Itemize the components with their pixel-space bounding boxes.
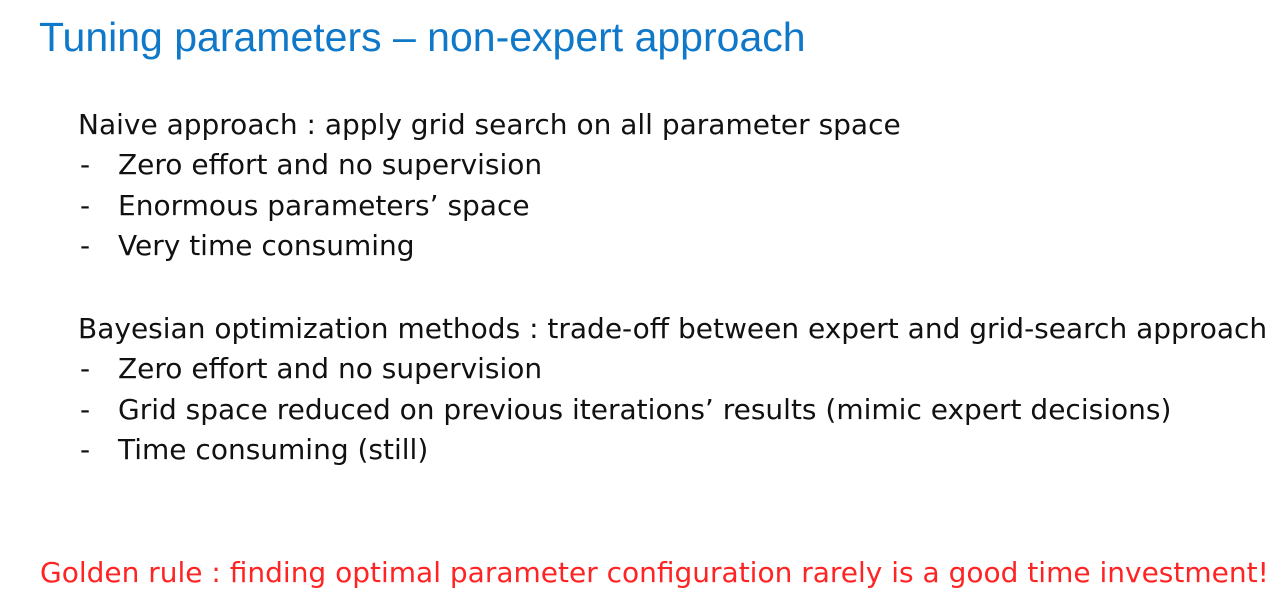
list-item: - Zero effort and no supervision [78,349,1171,390]
bullet-text: Zero effort and no supervision [118,352,543,385]
bullet-text: Zero effort and no supervision [118,148,543,181]
section-heading-naive: Naive approach : apply grid search on al… [78,108,901,141]
bullet-marker: - [80,148,91,181]
bullet-list-naive: - Zero effort and no supervision - Enorm… [78,145,542,267]
bullet-text: Time consuming (still) [118,433,429,466]
bullet-text: Grid space reduced on previous iteration… [118,392,1172,426]
bullet-marker: - [80,229,91,262]
slide: Tuning parameters – non-expert approach … [0,0,1271,614]
bullet-text: Very time consuming [118,229,415,262]
list-item: - Zero effort and no supervision [78,145,542,186]
bullet-text: Enormous parameters’ space [118,188,530,222]
list-item: - Enormous parameters’ space [78,186,542,227]
list-item: - Time consuming (still) [78,430,1171,471]
bullet-marker: - [80,352,91,385]
bullet-list-bayesian: - Zero effort and no supervision - Grid … [78,349,1171,471]
section-heading-bayesian: Bayesian optimization methods : trade-of… [78,312,1268,345]
bullet-marker: - [80,188,91,222]
bullet-marker: - [80,433,91,466]
list-item: - Very time consuming [78,226,542,267]
golden-rule-text: Golden rule : finding optimal parameter … [40,556,1269,589]
slide-title: Tuning parameters – non-expert approach [39,14,806,60]
bullet-marker: - [80,392,91,426]
list-item: - Grid space reduced on previous iterati… [78,390,1171,431]
